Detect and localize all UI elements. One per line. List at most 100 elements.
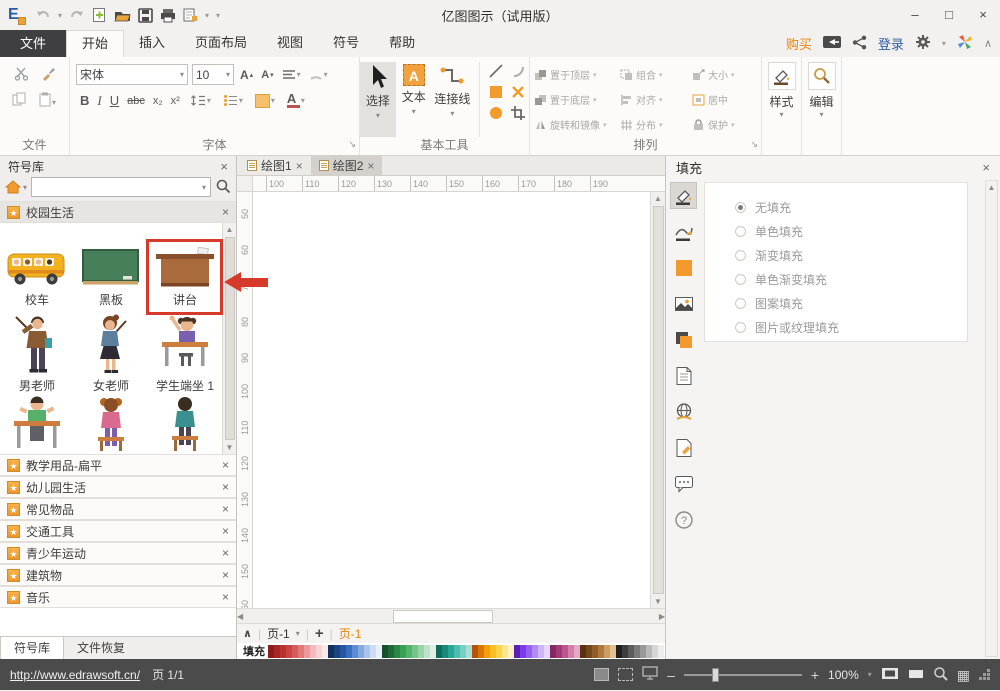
edrawsoft-link[interactable]: http://www.edrawsoft.cn/ xyxy=(10,668,140,682)
distribute-button[interactable]: 分布▾ xyxy=(620,112,692,137)
file-menu-button[interactable]: 文件 xyxy=(0,30,66,57)
cross-tool-icon[interactable] xyxy=(510,84,526,103)
category-bar[interactable]: ★交通工具× xyxy=(0,520,236,542)
new-document-icon[interactable] xyxy=(92,7,107,23)
note-tab-button[interactable] xyxy=(670,434,697,461)
italic-button[interactable]: I xyxy=(97,93,101,109)
library-close-icon[interactable]: × xyxy=(220,159,228,174)
style-button[interactable] xyxy=(768,62,796,90)
font-family-select[interactable]: 宋体▾ xyxy=(76,64,188,85)
settings-gear-icon[interactable] xyxy=(915,34,931,53)
open-folder-icon[interactable] xyxy=(114,8,131,23)
arrange-dialog-launcher-icon[interactable]: ↘ xyxy=(750,136,758,152)
undo-dropdown-icon[interactable]: ▾ xyxy=(58,11,62,20)
fill-panel-close-icon[interactable]: × xyxy=(982,160,990,175)
select-tool-button[interactable]: 选择▾ xyxy=(360,62,396,137)
menu-tab-1[interactable]: 开始 xyxy=(66,30,124,57)
category-close-icon[interactable]: × xyxy=(222,524,229,538)
scroll-up-icon[interactable]: ▲ xyxy=(654,192,662,205)
category-bar[interactable]: ★音乐× xyxy=(0,586,236,608)
help-tab-button[interactable]: ? xyxy=(670,506,697,533)
fill-option-texture[interactable]: 图片或纹理填充 xyxy=(735,315,967,339)
zoom-dropdown-icon[interactable]: ▾ xyxy=(868,670,872,679)
redo-icon[interactable] xyxy=(69,8,85,22)
symbol-student-desk-1[interactable] xyxy=(0,395,74,453)
symbol-student-desk-2[interactable] xyxy=(74,395,148,453)
fill-option-none[interactable]: 无填充 xyxy=(735,195,967,219)
close-button[interactable]: × xyxy=(966,2,1000,28)
fill-option-solid[interactable]: 单色填充 xyxy=(735,219,967,243)
category-close-icon[interactable]: × xyxy=(222,546,229,560)
pagebreak-view-icon[interactable] xyxy=(618,668,633,681)
font-color-icon[interactable]: A▾ xyxy=(285,92,307,109)
scroll-up-icon[interactable]: ▲ xyxy=(988,181,996,194)
rotate-mirror-button[interactable]: 旋转和镜像▾ xyxy=(534,112,620,137)
fit-width-icon[interactable] xyxy=(908,668,924,682)
drawing-tab-2[interactable]: 绘图2× xyxy=(311,156,383,175)
category-close-icon[interactable]: × xyxy=(222,205,229,219)
symbol-school-bus[interactable]: 校车 xyxy=(0,223,74,309)
size-button[interactable]: 大小▾ xyxy=(692,62,762,87)
category-bar[interactable]: ★常见物品× xyxy=(0,498,236,520)
paste-icon[interactable]: ▾ xyxy=(39,92,57,110)
font-dialog-launcher-icon[interactable]: ↘ xyxy=(348,136,356,152)
category-close-icon[interactable]: × xyxy=(222,458,229,472)
fill-tab-button[interactable] xyxy=(670,182,697,209)
palette-swatch[interactable] xyxy=(658,645,664,658)
align-text-icon[interactable]: ▾ xyxy=(280,68,303,82)
maximize-button[interactable]: □ xyxy=(932,2,966,28)
scrollbar-thumb[interactable] xyxy=(225,237,235,440)
add-page-button[interactable]: + xyxy=(315,625,324,642)
subscript-button[interactable]: x₂ xyxy=(153,95,163,107)
customize-qat-icon[interactable]: ▾ xyxy=(216,11,220,20)
group-button[interactable]: 组合▾ xyxy=(620,62,692,87)
undo-icon[interactable] xyxy=(35,8,51,22)
style-dropdown-icon[interactable]: ▾ xyxy=(779,110,783,119)
category-bar[interactable]: ★幼儿园生活× xyxy=(0,476,236,498)
category-bar-active[interactable]: ★ 校园生活 × xyxy=(0,201,236,223)
save-icon[interactable] xyxy=(138,8,153,23)
symbol-male-teacher[interactable]: 男老师 xyxy=(0,309,74,395)
connector-tool-button[interactable]: 连接线▾ xyxy=(432,62,473,137)
quick-color-tab-button[interactable] xyxy=(670,254,697,281)
login-button[interactable]: 登录 xyxy=(878,34,904,53)
minimize-button[interactable]: – xyxy=(898,2,932,28)
text-arc-icon[interactable]: ▾ xyxy=(307,68,330,82)
zoom-in-button[interactable]: + xyxy=(811,667,819,683)
scroll-down-icon[interactable]: ▼ xyxy=(654,595,662,608)
rectangle-tool-icon[interactable] xyxy=(488,84,504,103)
crop-tool-icon[interactable] xyxy=(510,105,526,124)
canvas-vertical-scrollbar[interactable]: ▲ ▼ xyxy=(650,192,665,608)
text-tool-button[interactable]: A 文本▾ xyxy=(396,62,432,137)
menu-tab-4[interactable]: 视图 xyxy=(262,30,318,57)
decrease-font-icon[interactable]: A▾ xyxy=(259,68,275,82)
buy-button[interactable]: 购买 xyxy=(786,34,812,53)
settings-dropdown-icon[interactable]: ▾ xyxy=(942,39,946,48)
share-icon[interactable] xyxy=(852,35,867,53)
tab-close-icon[interactable]: × xyxy=(367,159,374,173)
presentation-view-icon[interactable] xyxy=(642,666,658,683)
category-bar[interactable]: ★青少年运动× xyxy=(0,542,236,564)
line-style-tab-button[interactable] xyxy=(670,218,697,245)
grid-toggle-icon[interactable]: ▦ xyxy=(957,668,970,682)
strikethrough-button[interactable]: abc xyxy=(127,95,145,107)
text-highlight-icon[interactable]: ▾ xyxy=(253,93,277,109)
category-close-icon[interactable]: × xyxy=(222,502,229,516)
category-close-icon[interactable]: × xyxy=(222,480,229,494)
layers-tab-button[interactable] xyxy=(670,326,697,353)
fill-option-gradient[interactable]: 渐变填充 xyxy=(735,243,967,267)
center-button[interactable]: 居中 xyxy=(692,87,762,112)
image-tab-button[interactable] xyxy=(670,290,697,317)
snapshot-icon[interactable] xyxy=(823,35,841,52)
menu-tab-6[interactable]: 帮助 xyxy=(374,30,430,57)
zoom-region-icon[interactable] xyxy=(933,666,948,684)
resize-grip[interactable] xyxy=(979,669,990,680)
page-tab-active[interactable]: 页-1 xyxy=(339,625,362,642)
search-icon[interactable] xyxy=(215,178,231,197)
zoom-slider[interactable] xyxy=(684,674,802,676)
scrollbar-thumb[interactable] xyxy=(653,206,664,594)
symbol-podium[interactable]: 讲台 xyxy=(148,223,222,309)
symbol-female-teacher[interactable]: 女老师 xyxy=(74,309,148,395)
library-home-button[interactable]: ▾ xyxy=(5,180,27,194)
library-search-box[interactable]: ▾ xyxy=(31,177,211,197)
